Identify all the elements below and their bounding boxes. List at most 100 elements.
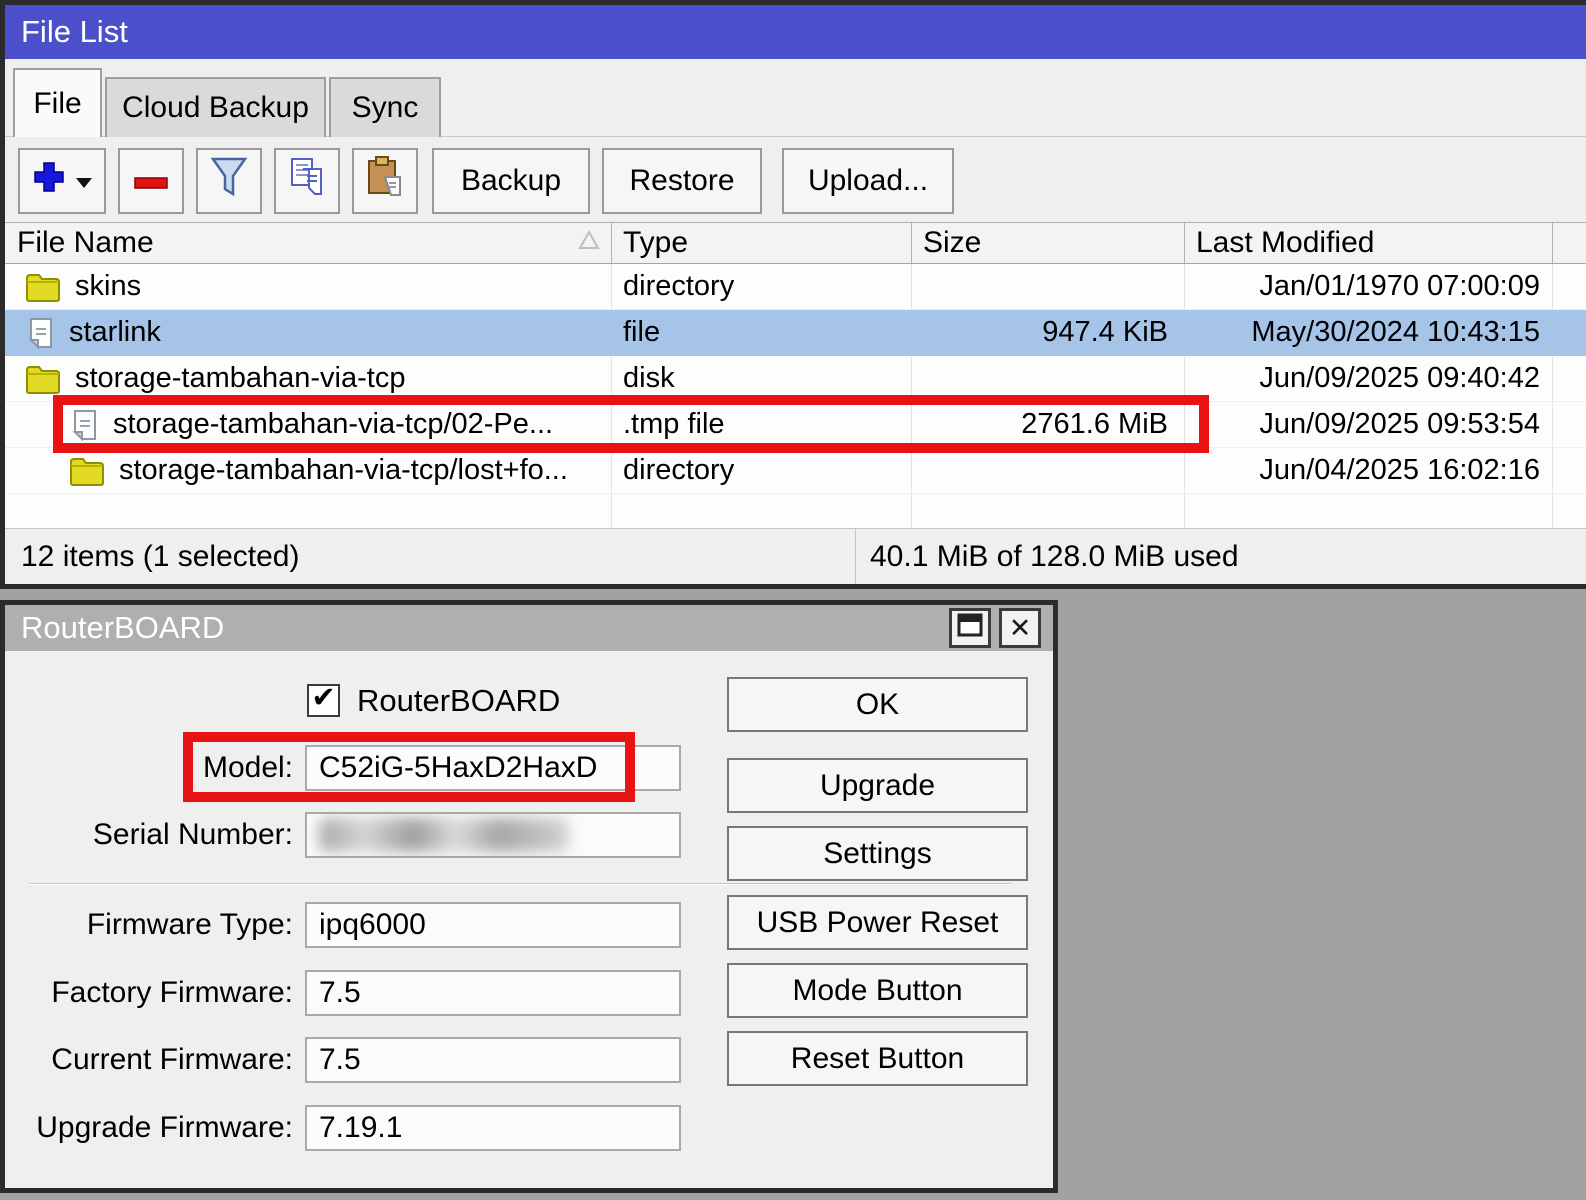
file-size-cell: 947.4 KiB [911,310,1184,355]
field-value-serial-number[interactable] [305,812,681,858]
table-row[interactable]: storage-tambahan-via-tcp/02-Pe... .tmp fi… [5,402,1586,448]
routerboard-checkbox-label: RouterBOARD [357,681,560,721]
button-label: Settings [823,837,931,871]
mode-button-button[interactable]: Mode Button [727,963,1028,1018]
file-name-text: skins [75,270,141,303]
routerboard-checkbox[interactable]: ✔ [307,684,340,717]
copy-button[interactable] [274,148,340,214]
field-value-factory-firmware[interactable]: 7.5 [305,970,681,1016]
copy-icon [287,156,327,206]
tab-sync[interactable]: Sync [329,77,441,137]
file-size-cell [911,356,1184,401]
paste-icon [365,155,405,207]
restore-button[interactable]: Restore [602,148,762,214]
field-value-upgrade-firmware[interactable]: 7.19.1 [305,1105,681,1151]
table-row[interactable]: storage-tambahan-via-tcpdisk Jun/09/2025 … [5,356,1586,402]
button-label: Mode Button [792,974,962,1008]
winbox-desktop: File List File Cloud Backup Sync Backup Res… [0,0,1586,1200]
file-name-cell: starlink [5,310,611,355]
header-column-separator [911,223,912,263]
file-name-text: storage-tambahan-via-tcp/02-Pe... [113,408,553,441]
add-icon [31,159,67,203]
settings-button[interactable]: Settings [727,826,1028,881]
column-header-type[interactable]: Type [611,223,911,263]
file-type-cell: directory [611,448,911,493]
button-label: OK [856,688,899,722]
field-value-text: C52iG-5HaxD2HaxD [319,751,597,785]
routerboard-content: ✔ RouterBOARD Model:C52iG-5HaxD2HaxDSeri… [5,651,1053,1188]
file-name-cell: storage-tambahan-via-tcp [5,356,611,401]
file-modified-cell: May/30/2024 10:43:15 [1184,310,1552,355]
column-header-label: File Name [17,226,154,260]
toolbar-button-label: Restore [629,164,734,198]
file-name-cell: storage-tambahan-via-tcp/02-Pe... [5,402,611,447]
routerboard-titlebar[interactable]: RouterBOARD ✕ [5,605,1053,651]
usb-power-reset-button[interactable]: USB Power Reset [727,895,1028,950]
button-label: Reset Button [791,1042,964,1076]
field-label-model: Model: [5,745,293,791]
blurred-serial-number [319,818,569,852]
column-header-last-modified[interactable]: Last Modified [1184,223,1552,263]
tab-file[interactable]: File [13,68,102,137]
file-name-cell: storage-tambahan-via-tcp/lost+fo... [5,448,611,493]
field-value-current-firmware[interactable]: 7.5 [305,1037,681,1083]
header-column-separator [1184,223,1185,263]
remove-icon [133,164,169,198]
folder-icon [25,364,61,394]
filter-button[interactable] [196,148,262,214]
column-header-label: Type [623,226,688,260]
field-label-current-firmware: Current Firmware: [5,1037,293,1083]
maximize-button[interactable] [949,608,991,648]
close-icon: ✕ [1009,613,1032,644]
folder-icon [69,456,105,486]
field-value-text: 7.5 [319,976,361,1010]
paste-button[interactable] [352,148,418,214]
table-row[interactable]: starlink file947.4 KiBMay/30/2024 10:43:1… [5,310,1586,356]
field-label-factory-firmware: Factory Firmware: [5,970,293,1016]
file-list-statusbar: 12 items (1 selected) 40.1 MiB of 128.0 … [5,528,1586,584]
backup-button[interactable]: Backup [432,148,590,214]
add-button[interactable] [18,148,106,214]
filter-icon [209,156,249,206]
reset-button-button[interactable]: Reset Button [727,1031,1028,1086]
close-button[interactable]: ✕ [999,608,1041,648]
file-icon [25,317,55,349]
sort-ascending-icon [577,229,601,256]
tab-label: Cloud Backup [122,91,309,125]
field-value-text: 7.19.1 [319,1111,402,1145]
file-name-text: starlink [69,316,161,349]
file-size-cell [911,264,1184,309]
column-header-size[interactable]: Size [911,223,1184,263]
routerboard-titlebar-buttons: ✕ [949,608,1041,648]
tab-cloud-backup[interactable]: Cloud Backup [105,77,326,137]
toolbar-button-label: Backup [461,164,561,198]
button-label: Upgrade [820,769,935,803]
remove-button[interactable] [118,148,184,214]
file-type-cell: disk [611,356,911,401]
table-row[interactable]: skins directory Jan/01/1970 07:00:09 [5,264,1586,310]
table-row[interactable]: storage-tambahan-via-tcp/lost+fo...direc… [5,448,1586,494]
field-value-firmware-type[interactable]: ipq6000 [305,902,681,948]
maximize-icon [957,613,983,644]
field-label-upgrade-firmware: Upgrade Firmware: [5,1105,293,1151]
file-name-cell: skins [5,264,611,309]
file-type-cell: .tmp file [611,402,911,447]
file-size-cell [911,448,1184,493]
file-modified-cell: Jun/09/2025 09:40:42 [1184,356,1552,401]
ok-button[interactable]: OK [727,677,1028,732]
check-icon: ✔ [311,684,335,713]
file-modified-cell: Jan/01/1970 07:00:09 [1184,264,1552,309]
section-divider [30,883,1012,885]
header-column-separator [611,223,612,263]
upgrade-button[interactable]: Upgrade [727,758,1028,813]
file-type-cell: directory [611,264,911,309]
upload-button[interactable]: Upload... [782,148,954,214]
file-type-cell: file [611,310,911,355]
file-modified-cell: Jun/09/2025 09:53:54 [1184,402,1552,447]
file-icon [69,409,99,441]
column-header-file-name[interactable]: File Name [5,223,611,263]
tab-label: Sync [352,91,419,125]
routerboard-window: RouterBOARD ✕ ✔ RouterBOARD Model: C52iG-… [0,600,1058,1193]
file-list-titlebar[interactable]: File List [5,5,1586,59]
field-value-model[interactable]: C52iG-5HaxD2HaxD [305,745,681,791]
